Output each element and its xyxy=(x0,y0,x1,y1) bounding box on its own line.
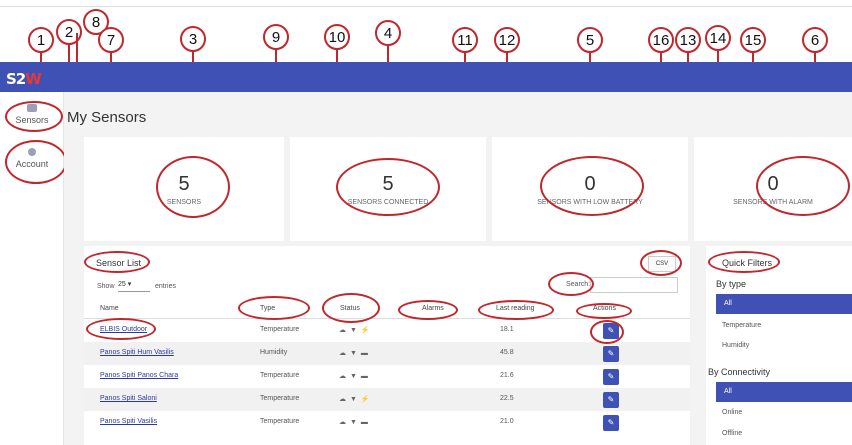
last-reading: 21.6 xyxy=(500,372,514,379)
annotation-ring xyxy=(336,158,440,216)
callout-6: 6 xyxy=(802,27,828,53)
last-reading: 21.0 xyxy=(500,418,514,425)
filter-connectivity-offline[interactable]: Offline xyxy=(722,430,742,437)
annotation-ring xyxy=(238,296,310,320)
sensor-name-link[interactable]: Panos Spiti Vasilis xyxy=(100,418,157,425)
annotation-ring xyxy=(156,156,230,218)
show-label: Show xyxy=(97,283,115,290)
callout-13: 13 xyxy=(675,27,701,53)
edit-button[interactable]: ✎ xyxy=(603,392,619,408)
sensor-type: Humidity xyxy=(260,349,288,356)
annotation-ring xyxy=(5,140,67,184)
annotation-ring xyxy=(5,101,63,132)
status-icons: ☁ ▼ ▬ xyxy=(339,419,369,426)
filter-type-temperature[interactable]: Temperature xyxy=(722,322,761,329)
pencil-icon: ✎ xyxy=(607,395,615,404)
filter-type-humidity[interactable]: Humidity xyxy=(722,342,749,349)
filter-heading-type: By type xyxy=(716,279,747,289)
sensor-name-link[interactable]: Panos Spiti Panos Chara xyxy=(100,372,178,379)
column-header-name[interactable]: Name xyxy=(100,305,119,312)
sensor-type: Temperature xyxy=(260,326,300,333)
annotation-ring xyxy=(576,303,632,319)
annotation-ring xyxy=(640,250,682,276)
entries-label: entries xyxy=(155,283,177,290)
pencil-icon: ✎ xyxy=(607,349,615,358)
sensor-type: Temperature xyxy=(260,372,300,379)
sensor-name-link[interactable]: Panos Spiti Saloni xyxy=(100,395,157,402)
table-row[interactable]: Panos Spiti Saloni Temperature ☁ ▼ ⚡ 22.… xyxy=(84,388,690,411)
status-icons: ☁ ▼ ⚡ xyxy=(339,396,371,403)
edit-button[interactable]: ✎ xyxy=(603,415,619,431)
annotation-ring xyxy=(708,251,780,273)
annotation-ring xyxy=(548,272,594,296)
annotation-ring xyxy=(756,156,850,216)
callout-10: 10 xyxy=(324,24,350,50)
filter-connectivity-online[interactable]: Online xyxy=(722,409,742,416)
callout-14: 14 xyxy=(705,25,731,51)
callout-4: 4 xyxy=(375,20,401,46)
pencil-icon: ✎ xyxy=(607,372,615,381)
status-icons: ☁ ▼ ▬ xyxy=(339,373,369,380)
callout-16: 16 xyxy=(648,27,674,53)
divider xyxy=(0,6,852,7)
search-input[interactable] xyxy=(590,277,678,293)
callout-9: 9 xyxy=(263,24,289,50)
table-row[interactable]: Panos Spiti Panos Chara Temperature ☁ ▼ … xyxy=(84,365,690,388)
sensor-type: Temperature xyxy=(260,395,300,402)
sensor-type: Temperature xyxy=(260,418,300,425)
entries-select[interactable]: 25 ▾ xyxy=(118,280,150,292)
annotation-ring xyxy=(478,300,554,320)
edit-button[interactable]: ✎ xyxy=(603,346,619,362)
callout-11: 11 xyxy=(452,27,478,53)
top-app-bar xyxy=(0,62,852,92)
callout-5: 5 xyxy=(577,27,603,53)
table-row[interactable]: Panos Spiti Vasilis Temperature ☁ ▼ ▬ 21… xyxy=(84,411,690,434)
logo[interactable]: S2W xyxy=(6,70,42,88)
callout-1: 1 xyxy=(28,27,54,53)
edit-button[interactable]: ✎ xyxy=(603,369,619,385)
callout-7: 7 xyxy=(98,27,124,53)
callout-15: 15 xyxy=(740,27,766,53)
filter-type-all[interactable]: All xyxy=(716,294,852,314)
status-icons: ☁ ▼ ▬ xyxy=(339,350,369,357)
sensor-name-link[interactable]: Panos Spiti Hum Vasilis xyxy=(100,349,174,356)
filter-connectivity-all[interactable]: All xyxy=(716,382,852,402)
last-reading: 45.8 xyxy=(500,349,514,356)
callout-2: 2 xyxy=(56,19,82,45)
annotation-ring xyxy=(398,300,458,320)
callout-12: 12 xyxy=(494,27,520,53)
callout-3: 3 xyxy=(180,26,206,52)
last-reading: 22.5 xyxy=(500,395,514,402)
page-title: My Sensors xyxy=(67,109,147,126)
pencil-icon: ✎ xyxy=(607,418,615,427)
table-row[interactable]: Panos Spiti Hum Vasilis Humidity ☁ ▼ ▬ 4… xyxy=(84,342,690,365)
annotation-ring xyxy=(590,320,624,344)
annotation-ring xyxy=(86,318,156,340)
last-reading: 18.1 xyxy=(500,326,514,333)
annotation-ring xyxy=(540,156,644,216)
status-icons: ☁ ▼ ⚡ xyxy=(339,327,371,334)
annotation-ring xyxy=(84,251,150,273)
filter-heading-connectivity: By Connectivity xyxy=(708,367,771,377)
